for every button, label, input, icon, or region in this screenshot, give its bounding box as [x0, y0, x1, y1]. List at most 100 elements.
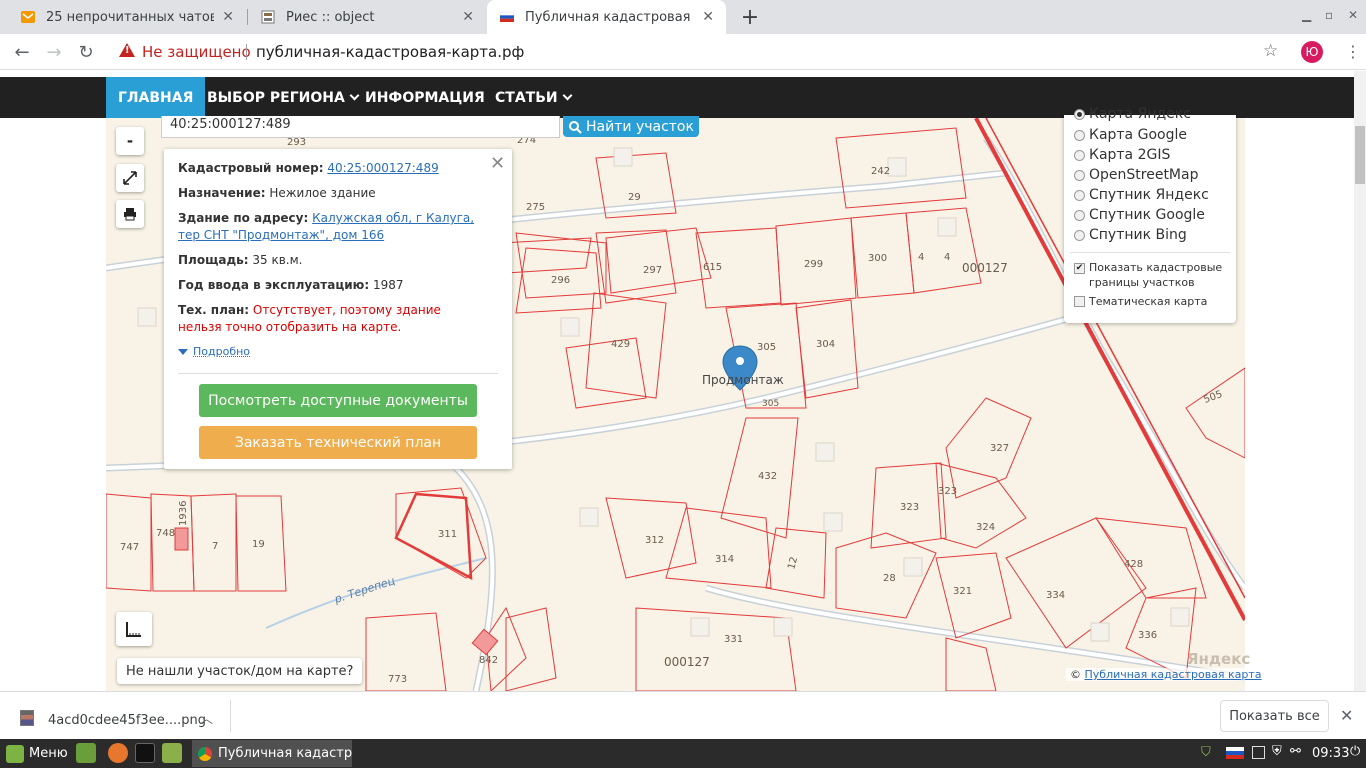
- parcel-number-label: 323: [900, 502, 919, 513]
- cadastral-row: Кадастровый номер: 40:25:000127:489: [178, 160, 488, 177]
- close-window-icon[interactable]: ✕: [1348, 8, 1358, 22]
- parcel-number-label: 299: [804, 259, 823, 270]
- layer-option[interactable]: Карта Google: [1074, 127, 1187, 143]
- parcel-number-label: 242: [871, 166, 890, 177]
- notifications-icon[interactable]: ⏻: [1350, 744, 1360, 759]
- close-icon[interactable]: ✕: [490, 153, 505, 174]
- tech-plan-row: Тех. план: Отсутствует, поэтому здание н…: [178, 302, 488, 336]
- chrome-icon: [198, 746, 212, 761]
- layer-option[interactable]: Спутник Яндекс: [1074, 187, 1209, 203]
- tab-mail[interactable]: 25 непрочитанных чатов ✕: [8, 0, 246, 34]
- minimize-icon[interactable]: ▁: [1302, 8, 1311, 22]
- ruler-button[interactable]: [116, 612, 152, 646]
- address-bar[interactable]: публичная-кадастровая-карта.рф: [256, 43, 524, 61]
- nav-home-label: ГЛАВНАЯ: [118, 89, 194, 106]
- thematic-map-toggle[interactable]: Тематическая карта: [1074, 295, 1207, 308]
- checkbox-icon: [1074, 296, 1085, 307]
- year-label: Год ввода в эксплуатацию:: [178, 278, 370, 292]
- find-parcel-button[interactable]: Найти участок: [563, 116, 699, 137]
- layer-option[interactable]: Спутник Bing: [1074, 227, 1187, 243]
- download-bar: 4acd0cdee45f3ee....png ︿ Показать все ✕: [0, 691, 1366, 739]
- close-tab-icon[interactable]: ✕: [222, 9, 234, 25]
- warning-icon[interactable]: [119, 43, 135, 57]
- tab-ries[interactable]: Риес :: object ✕: [248, 0, 486, 34]
- print-button[interactable]: [116, 200, 144, 228]
- bookmark-star-icon[interactable]: ☆: [1263, 41, 1278, 61]
- chevron-up-icon[interactable]: ︿: [200, 708, 213, 727]
- cadastral-label: Кадастровый номер:: [178, 161, 324, 175]
- view-documents-button[interactable]: Посмотреть доступные документы: [199, 384, 477, 417]
- layer-option[interactable]: Карта 2GIS: [1074, 147, 1170, 163]
- expand-icon: [123, 171, 137, 185]
- layer-label: Карта Яндекс: [1089, 107, 1191, 121]
- close-tab-icon[interactable]: ✕: [462, 9, 474, 25]
- security-status[interactable]: Не защищено: [142, 43, 251, 61]
- taskbar-task-chrome[interactable]: Публичная кадастр...: [192, 740, 352, 767]
- nav-region-label: ВЫБОР РЕГИОНА: [207, 89, 345, 106]
- parcel-number-label: 300: [868, 253, 887, 264]
- layers-panel: Карта Яндекс Карта Google Карта 2GIS OpenS…: [1064, 107, 1236, 323]
- layer-option[interactable]: OpenStreetMap: [1074, 167, 1198, 183]
- tab-title: 25 непрочитанных чатов: [46, 9, 215, 25]
- show-borders-toggle[interactable]: ✔ Показать кадастровые границы участков: [1074, 260, 1224, 290]
- yandex-logo: Яндекс: [1187, 650, 1251, 668]
- parcel-number-label: 28: [883, 573, 896, 584]
- close-icon[interactable]: ✕: [1340, 706, 1353, 725]
- details-toggle[interactable]: Подробно: [178, 345, 250, 358]
- order-tech-plan-button[interactable]: Заказать технический план: [199, 426, 477, 459]
- network-icon[interactable]: ⚯: [1290, 744, 1301, 759]
- purpose-row: Назначение: Нежилое здание: [178, 185, 488, 202]
- show-all-button[interactable]: Показать все: [1220, 700, 1329, 732]
- new-tab-button[interactable]: +: [737, 4, 763, 30]
- find-parcel-label: Найти участок: [586, 118, 694, 135]
- shield-icon[interactable]: ⛉: [1201, 745, 1211, 760]
- mint-menu-icon[interactable]: [6, 745, 24, 763]
- layer-option[interactable]: Спутник Google: [1074, 207, 1205, 223]
- river-label: р. Терепец: [332, 574, 397, 606]
- clock[interactable]: 09:33: [1312, 746, 1349, 761]
- copyright-link[interactable]: Публичная кадастровая карта: [1085, 668, 1262, 681]
- fullscreen-button[interactable]: [116, 164, 144, 192]
- forward-icon[interactable]: →: [42, 40, 66, 64]
- cadastral-link[interactable]: 40:25:000127:489: [327, 161, 438, 175]
- tab-cadastral-map[interactable]: Публичная кадастровая карта ✕: [487, 0, 726, 34]
- scrollbar-thumb[interactable]: [1355, 126, 1365, 184]
- show-desktop-icon[interactable]: [76, 743, 96, 763]
- menu-label[interactable]: Меню: [29, 746, 68, 761]
- parcel-number-label: 334: [1046, 590, 1065, 601]
- parcel-number-label: 429: [611, 339, 630, 350]
- back-icon[interactable]: ←: [10, 40, 34, 64]
- clipboard-icon[interactable]: [1252, 746, 1265, 759]
- parcel-number-label: 428: [1124, 559, 1143, 570]
- nav-articles[interactable]: СТАТЬИ: [483, 77, 583, 118]
- shield-status-icon[interactable]: ⛨: [1272, 744, 1282, 759]
- area-row: Площадь: 35 кв.м.: [178, 252, 488, 269]
- nav-info[interactable]: ИНФОРМАЦИЯ: [353, 77, 497, 118]
- area-value: 35 кв.м.: [252, 253, 303, 267]
- keyboard-layout-icon[interactable]: [1226, 747, 1244, 759]
- parcel-number-label: 432: [758, 471, 777, 482]
- nav-home[interactable]: ГЛАВНАЯ: [106, 77, 206, 118]
- zoom-out-button[interactable]: -: [116, 127, 144, 155]
- layer-yandex-map[interactable]: Карта Яндекс: [1074, 107, 1191, 121]
- not-found-button[interactable]: Не нашли участок/дом на карте?: [117, 658, 363, 684]
- firefox-icon[interactable]: [108, 743, 128, 763]
- parcel-number-label: 773: [388, 674, 407, 685]
- radio-icon: [1074, 229, 1085, 241]
- tab-strip: 25 непрочитанных чатов ✕ Риес :: object …: [0, 0, 1366, 34]
- profile-avatar[interactable]: Ю: [1301, 41, 1323, 63]
- parcel-number-label: 29: [628, 192, 641, 203]
- year-row: Год ввода в эксплуатацию: 1987: [178, 277, 488, 294]
- download-filename[interactable]: 4acd0cdee45f3ee....png: [48, 713, 206, 728]
- nav-region[interactable]: ВЫБОР РЕГИОНА: [195, 77, 370, 118]
- close-tab-icon[interactable]: ✕: [702, 9, 714, 25]
- divider: [230, 700, 231, 732]
- reload-icon[interactable]: ↻: [74, 40, 98, 64]
- cadastral-search-input[interactable]: 40:25:000127:489: [161, 116, 560, 138]
- parcel-number-label: 12: [786, 556, 800, 571]
- files-icon[interactable]: [162, 743, 182, 763]
- menu-dots-icon[interactable]: ⋮: [1345, 42, 1361, 61]
- terminal-icon[interactable]: [135, 743, 155, 763]
- maximize-icon[interactable]: ▫: [1325, 8, 1333, 22]
- parcel-number-label: 615: [703, 262, 722, 273]
